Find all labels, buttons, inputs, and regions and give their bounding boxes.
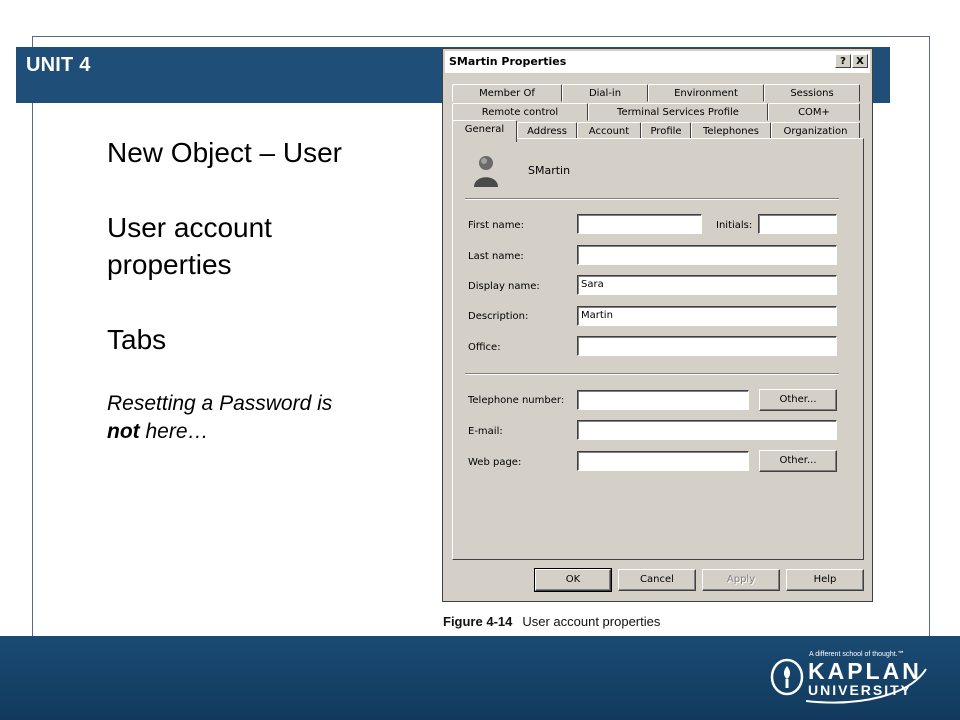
apply-button[interactable]: Apply	[702, 569, 780, 591]
cancel-button[interactable]: Cancel	[618, 569, 696, 591]
tab-remote-control[interactable]: Remote control	[452, 103, 588, 121]
description-label: Description:	[468, 311, 529, 322]
office-label: Office:	[468, 342, 501, 353]
last-name-input[interactable]	[577, 245, 837, 265]
telephone-label: Telephone number:	[468, 395, 565, 406]
dialog-titlebar: SMartin Properties ? X	[445, 51, 870, 73]
password-note: Resetting a Password is not here…	[107, 390, 347, 446]
web-page-other-button[interactable]: Other...	[759, 450, 837, 472]
close-title-button[interactable]: X	[852, 54, 868, 68]
caption-text: User account properties	[522, 614, 661, 629]
tab-terminal-services-profile[interactable]: Terminal Services Profile	[588, 103, 768, 121]
slide-body: New Object – User User account propertie…	[107, 134, 347, 446]
help-button[interactable]: Help	[786, 569, 864, 591]
slide-frame-top	[32, 36, 929, 37]
separator-top	[465, 198, 839, 200]
office-input[interactable]	[577, 336, 837, 356]
telephone-input[interactable]	[577, 390, 749, 410]
email-input[interactable]	[577, 420, 837, 440]
initials-input[interactable]	[758, 214, 837, 234]
tab-com-plus[interactable]: COM+	[768, 103, 860, 121]
web-page-input[interactable]	[577, 451, 749, 471]
bullet-new-object: New Object – User	[107, 137, 342, 168]
logo-kaplan-text: KAPLAN	[808, 658, 922, 684]
web-page-label: Web page:	[468, 457, 522, 468]
description-input[interactable]: Martin	[577, 306, 837, 326]
tab-sessions[interactable]: Sessions	[764, 84, 860, 102]
dialog-title: SMartin Properties	[449, 55, 567, 68]
slide-frame-left	[32, 36, 33, 636]
first-name-input[interactable]	[577, 214, 702, 234]
help-title-button[interactable]: ?	[835, 54, 851, 68]
logo-university-text: UNIVERSITY	[808, 682, 913, 698]
figure-caption: Figure 4-14 User account properties	[443, 614, 660, 629]
user-avatar-icon	[474, 156, 498, 187]
tab-dial-in[interactable]: Dial-in	[562, 84, 648, 102]
initials-label: Initials:	[716, 220, 753, 231]
tab-general[interactable]: General	[452, 120, 517, 142]
last-name-label: Last name:	[468, 251, 524, 262]
email-label: E-mail:	[468, 426, 503, 437]
slide-frame-right	[929, 36, 930, 636]
caption-figure-number: Figure 4-14	[443, 614, 513, 629]
bullet-tabs: Tabs	[107, 324, 167, 355]
note-bold: not	[107, 420, 140, 443]
telephone-other-button[interactable]: Other...	[759, 389, 837, 411]
display-name-label: Display name:	[468, 281, 540, 292]
display-name-input[interactable]: Sara	[577, 275, 837, 295]
properties-dialog: SMartin Properties ? X Member Of Dial-in…	[442, 48, 873, 602]
bullet-account-properties: User account properties	[107, 212, 272, 280]
kaplan-logo-torch-icon	[770, 658, 804, 696]
unit-label: UNIT 4	[26, 54, 91, 76]
tab-member-of[interactable]: Member Of	[452, 84, 562, 102]
separator-middle	[465, 373, 839, 375]
note-suffix: here…	[139, 420, 209, 443]
tab-row-1: Member Of Dial-in Environment Sessions	[451, 84, 864, 103]
ok-button[interactable]: OK	[534, 568, 612, 592]
first-name-label: First name:	[468, 220, 524, 231]
user-display-label: SMartin	[528, 164, 571, 177]
tab-environment[interactable]: Environment	[648, 84, 764, 102]
note-prefix: Resetting a Password is	[107, 392, 333, 415]
